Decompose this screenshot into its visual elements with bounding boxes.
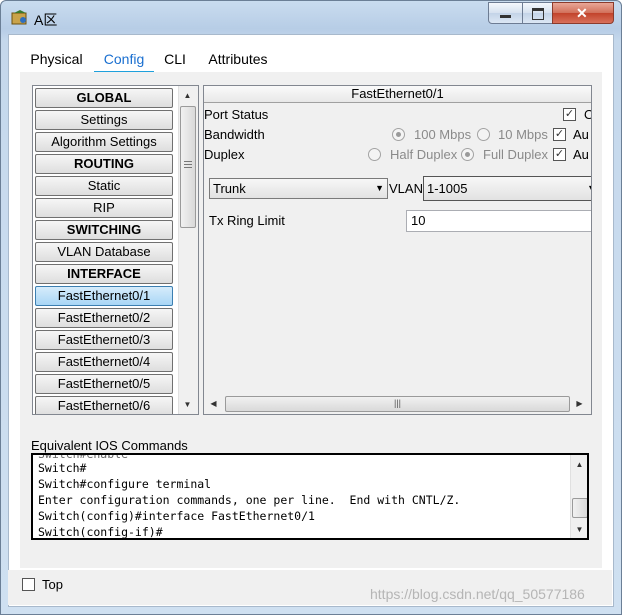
port-status-label: Port Status [204, 107, 269, 122]
tab-attributes[interactable]: Attributes [200, 48, 276, 70]
minimize-icon [500, 15, 511, 18]
sidebar-header-switching[interactable]: SWITCHING [35, 220, 173, 240]
bandwidth-100-label: 100 Mbps [414, 127, 472, 142]
duplex-auto-label: Au [573, 147, 589, 162]
top-checkbox[interactable] [22, 578, 35, 591]
sidebar-item-rip[interactable]: RIP [35, 198, 173, 218]
checkmark-icon: ✓ [554, 128, 565, 140]
bandwidth-100-radio[interactable] [392, 128, 405, 141]
console-line: Switch#configure terminal [38, 477, 212, 491]
bandwidth-10-radio[interactable] [477, 128, 490, 141]
dropdown-caret-icon: ▼ [587, 177, 591, 200]
sidebar-header-global[interactable]: GLOBAL [35, 88, 173, 108]
full-duplex-label: Full Duplex [483, 147, 549, 162]
vlan-value: 1-1005 [427, 181, 468, 196]
port-mode-value: Trunk [213, 181, 246, 196]
watermark-text: https://blog.csdn.net/qq_50577186 [370, 586, 585, 602]
scroll-down-icon[interactable]: ▼ [571, 521, 587, 538]
console-line: Switch(config)#interface FastEthernet0/1 [38, 509, 315, 523]
title-bar[interactable]: A区 ✕ [1, 1, 621, 35]
bandwidth-10-label: 10 Mbps [498, 127, 548, 142]
sidebar-item-fastethernet0-6[interactable]: FastEthernet0/6 [35, 396, 173, 414]
interface-title: FastEthernet0/1 [204, 86, 591, 103]
scroll-left-icon[interactable]: ◀ [205, 395, 222, 412]
ios-commands-console[interactable]: Switch#enable Switch# Switch#configure t… [31, 453, 589, 540]
duplex-auto-checkbox[interactable]: ✓ [553, 148, 566, 161]
half-duplex-radio[interactable] [368, 148, 381, 161]
port-status-on-label: O [584, 107, 591, 122]
checkmark-icon: ✓ [564, 108, 575, 120]
console-scrollbar[interactable]: ▲ ▼ [570, 455, 587, 538]
minimize-button[interactable] [488, 2, 524, 24]
sidebar-item-vlan-database[interactable]: VLAN Database [35, 242, 173, 262]
checkmark-icon: ✓ [554, 148, 565, 160]
scroll-up-icon[interactable]: ▲ [571, 456, 587, 473]
port-mode-select[interactable]: Trunk ▼ [209, 178, 388, 199]
scroll-up-icon[interactable]: ▲ [179, 87, 196, 104]
sidebar-scrollbar[interactable]: ▲ ▼ [178, 86, 198, 414]
detail-scroll-thumb[interactable]: ||| [225, 396, 570, 412]
sidebar-header-interface[interactable]: INTERFACE [35, 264, 173, 284]
port-status-checkbox[interactable]: ✓ [563, 108, 576, 121]
tab-config[interactable]: Config [94, 48, 154, 70]
bandwidth-label: Bandwidth [204, 127, 265, 142]
console-partial-line: Switch#enable [38, 453, 129, 461]
app-icon [11, 10, 27, 25]
console-scroll-thumb[interactable] [572, 498, 587, 518]
sidebar-scroll-thumb[interactable] [180, 106, 196, 228]
interface-detail-panel: FastEthernet0/1 Port Status ✓ O Bandwidt… [203, 85, 592, 415]
maximize-button[interactable] [522, 2, 554, 24]
full-duplex-radio[interactable] [461, 148, 474, 161]
console-line: Switch# [38, 461, 87, 475]
window-title: A区 [34, 12, 58, 28]
half-duplex-label: Half Duplex [390, 147, 458, 162]
vlan-label: VLAN [389, 181, 423, 196]
sidebar-item-settings[interactable]: Settings [35, 110, 173, 130]
bandwidth-auto-label: Au [573, 127, 589, 142]
sidebar-item-algorithm-settings[interactable]: Algorithm Settings [35, 132, 173, 152]
sidebar-item-fastethernet0-3[interactable]: FastEthernet0/3 [35, 330, 173, 350]
top-label: Top [42, 577, 63, 592]
tab-cli[interactable]: CLI [156, 48, 194, 70]
dropdown-caret-icon: ▼ [375, 183, 384, 193]
sidebar-item-fastethernet0-4[interactable]: FastEthernet0/4 [35, 352, 173, 372]
tx-ring-limit-label: Tx Ring Limit [209, 213, 285, 228]
tx-ring-limit-input[interactable]: 10 [406, 210, 591, 232]
maximize-icon [532, 8, 544, 20]
scroll-down-icon[interactable]: ▼ [179, 396, 196, 413]
scroll-right-icon[interactable]: ▶ [571, 395, 588, 412]
close-button[interactable]: ✕ [552, 2, 614, 24]
config-sidebar: GLOBAL Settings Algorithm Settings ROUTI… [32, 85, 199, 415]
duplex-label: Duplex [204, 147, 245, 162]
sidebar-item-static[interactable]: Static [35, 176, 173, 196]
sidebar-item-fastethernet0-2[interactable]: FastEthernet0/2 [35, 308, 173, 328]
bandwidth-auto-checkbox[interactable]: ✓ [553, 128, 566, 141]
sidebar-header-routing[interactable]: ROUTING [35, 154, 173, 174]
tab-physical[interactable]: Physical [20, 48, 93, 70]
close-icon: ✕ [576, 5, 588, 21]
vlan-select[interactable]: 1-1005 ▼ [423, 176, 591, 201]
console-line: Switch(config-if)# [38, 525, 163, 539]
ios-commands-label: Equivalent IOS Commands [31, 438, 188, 453]
sidebar-item-fastethernet0-1[interactable]: FastEthernet0/1 [35, 286, 173, 306]
detail-horizontal-scrollbar[interactable]: ◀ ||| ▶ [205, 395, 590, 412]
console-line: Enter configuration commands, one per li… [38, 493, 461, 507]
sidebar-item-fastethernet0-5[interactable]: FastEthernet0/5 [35, 374, 173, 394]
